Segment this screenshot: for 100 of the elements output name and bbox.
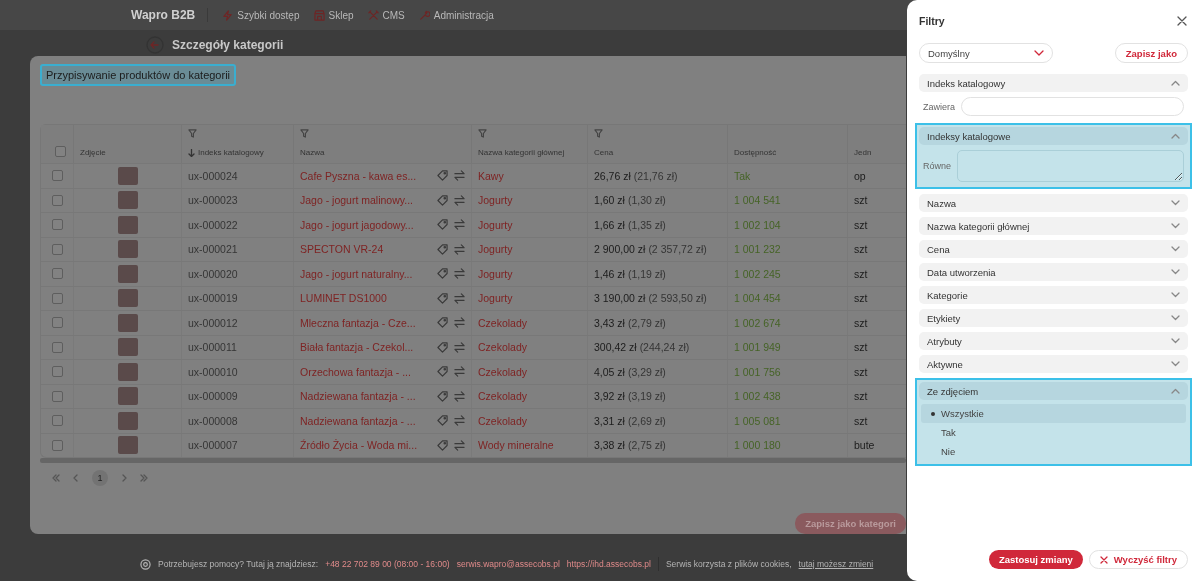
email-link[interactable]: serwis.wapro@assecobs.pl [456, 559, 560, 569]
table-cell: 1 002 674 [727, 311, 847, 335]
product-link[interactable]: SPECTON VR-24 [300, 243, 384, 256]
product-link[interactable]: Źródło Życia - Woda mi... [300, 439, 418, 452]
close-button[interactable] [1176, 15, 1188, 27]
row-checkbox[interactable] [51, 292, 63, 304]
select-all-checkbox[interactable] [54, 146, 66, 157]
nav-link[interactable]: CMS [367, 9, 405, 21]
row-checkbox[interactable] [51, 390, 63, 402]
clear-filters-button[interactable]: Wyczyść filtry [1088, 550, 1188, 569]
column-header[interactable]: Nazwa [300, 148, 471, 157]
support-link[interactable]: https://ihd.assecobs.pl [566, 559, 651, 569]
price-text: 1,46 zł [594, 267, 625, 280]
save-as-button[interactable]: Zapisz jako [1114, 43, 1188, 63]
section-header[interactable]: Indeksy katalogowe [919, 127, 1188, 145]
radio-option[interactable]: Tak [921, 423, 1186, 442]
tag-icon [437, 170, 448, 182]
column-header[interactable]: Zdjęcie [80, 148, 181, 157]
column-header[interactable]: Dostępność [734, 148, 847, 157]
input-field[interactable] [961, 97, 1184, 116]
table-cell: 1 002 104 [727, 213, 847, 237]
product-link[interactable]: Nadziewana fantazja - ... [300, 414, 416, 427]
tag-icon [437, 317, 448, 329]
section-header[interactable]: Kategorie [919, 286, 1188, 304]
row-checkbox[interactable] [51, 194, 63, 206]
preset-dropdown[interactable]: Domyślny [919, 43, 1053, 63]
column-header[interactable]: Cena [594, 148, 727, 157]
section-header[interactable]: Nazwa [919, 194, 1188, 212]
phone-link[interactable]: +48 22 702 89 00 (08:00 - 16:00) [325, 559, 450, 569]
radio-option[interactable]: Wszystkie [921, 404, 1186, 423]
product-link[interactable]: Jago - jogurt naturalny... [300, 267, 413, 280]
section-header[interactable]: Ze zdjęciem [919, 382, 1188, 400]
section-header[interactable]: Indeks katalogowy [919, 74, 1188, 92]
row-checkbox[interactable] [51, 219, 63, 231]
table-cell: 1 001 756 [727, 360, 847, 384]
photo-placeholder [117, 289, 138, 308]
horizontal-scrollbar[interactable] [40, 458, 906, 463]
section-header[interactable]: Data utworzenia [919, 263, 1188, 281]
table-cell: 1 001 232 [727, 237, 847, 261]
field-label: Zawiera [923, 101, 955, 112]
tag-icon [437, 292, 448, 304]
tag-icon [437, 366, 448, 378]
radio-option[interactable]: Nie [921, 442, 1186, 461]
column-header[interactable]: Indeks katalogowy [198, 148, 264, 157]
section-header[interactable]: Nazwa kategorii głównej [919, 217, 1188, 235]
section-header[interactable]: Atrybuty [919, 332, 1188, 350]
swap-arrows-icon [454, 243, 465, 255]
photo-placeholder [117, 264, 138, 283]
product-link[interactable]: Biała fantazja - Czekol... [300, 341, 414, 354]
swap-arrows-icon [454, 317, 465, 329]
product-link[interactable]: Nadziewana fantazja - ... [300, 390, 416, 403]
tag-icon [437, 341, 448, 353]
chevron-down-icon [1171, 246, 1180, 252]
row-checkbox[interactable] [51, 366, 63, 378]
table-cell: ux-000012 [181, 311, 293, 335]
table-cell: ux-000009 [181, 384, 293, 408]
row-checkbox[interactable] [51, 243, 63, 255]
nav-link[interactable]: Sklep [313, 9, 354, 21]
photo-placeholder [117, 240, 138, 259]
section-header[interactable]: Etykiety [919, 309, 1188, 327]
row-checkbox[interactable] [51, 439, 63, 451]
net-price-text: (2,69 zł) [627, 414, 666, 427]
row-checkbox[interactable] [51, 268, 63, 280]
wrench-icon [418, 9, 430, 21]
row-checkbox[interactable] [51, 341, 63, 353]
next-page-icon [120, 474, 128, 482]
product-link[interactable]: Jago - jogurt malinowy... [300, 194, 414, 207]
text-area[interactable] [957, 150, 1184, 182]
table-cell: ux-000022 [181, 213, 293, 237]
product-link[interactable]: Jago - jogurt jagodowy... [300, 218, 414, 231]
row-checkbox[interactable] [51, 415, 63, 427]
row-checkbox[interactable] [51, 170, 63, 182]
apply-button[interactable]: Zastosuj zmiany [988, 550, 1083, 569]
section-header[interactable]: Aktywne [919, 355, 1188, 373]
tag-icon [437, 243, 448, 255]
price-text: 3,43 zł [594, 316, 625, 329]
column-header[interactable]: Jedn [854, 148, 906, 157]
photo-placeholder [117, 313, 138, 332]
table-cell: Jogurty [471, 237, 587, 261]
brand-name: Wapro B2B [131, 8, 209, 22]
panel-title: Filtry [919, 15, 945, 27]
table-cell: Jogurty [471, 286, 587, 310]
row-checkbox[interactable] [51, 317, 63, 329]
section-header[interactable]: Cena [919, 240, 1188, 258]
net-price-text: (3,19 zł) [627, 390, 666, 403]
nav-link[interactable]: Administracja [418, 9, 494, 21]
dropdown-value: Domyślny [928, 47, 970, 59]
page-button[interactable]: 1 [92, 470, 108, 486]
tools-icon [367, 9, 379, 21]
cookies-link[interactable]: tutaj możesz zmieni [798, 559, 874, 569]
net-price-text: (21,76 zł) [633, 169, 678, 182]
product-link[interactable]: Orzechowa fantazja - ... [300, 365, 411, 378]
nav-link[interactable]: Szybki dostęp [222, 9, 300, 21]
product-link[interactable]: LUMINET DS1000 [300, 292, 387, 305]
price-text: 1,66 zł [594, 218, 625, 231]
tag-icon [437, 415, 448, 427]
column-header[interactable]: Nazwa kategorii głównej [478, 148, 587, 157]
product-link[interactable]: Mleczna fantazja - Cze... [300, 316, 416, 329]
product-link[interactable]: Cafe Pyszna - kawa es... [300, 169, 417, 182]
tag-icon [437, 219, 448, 231]
